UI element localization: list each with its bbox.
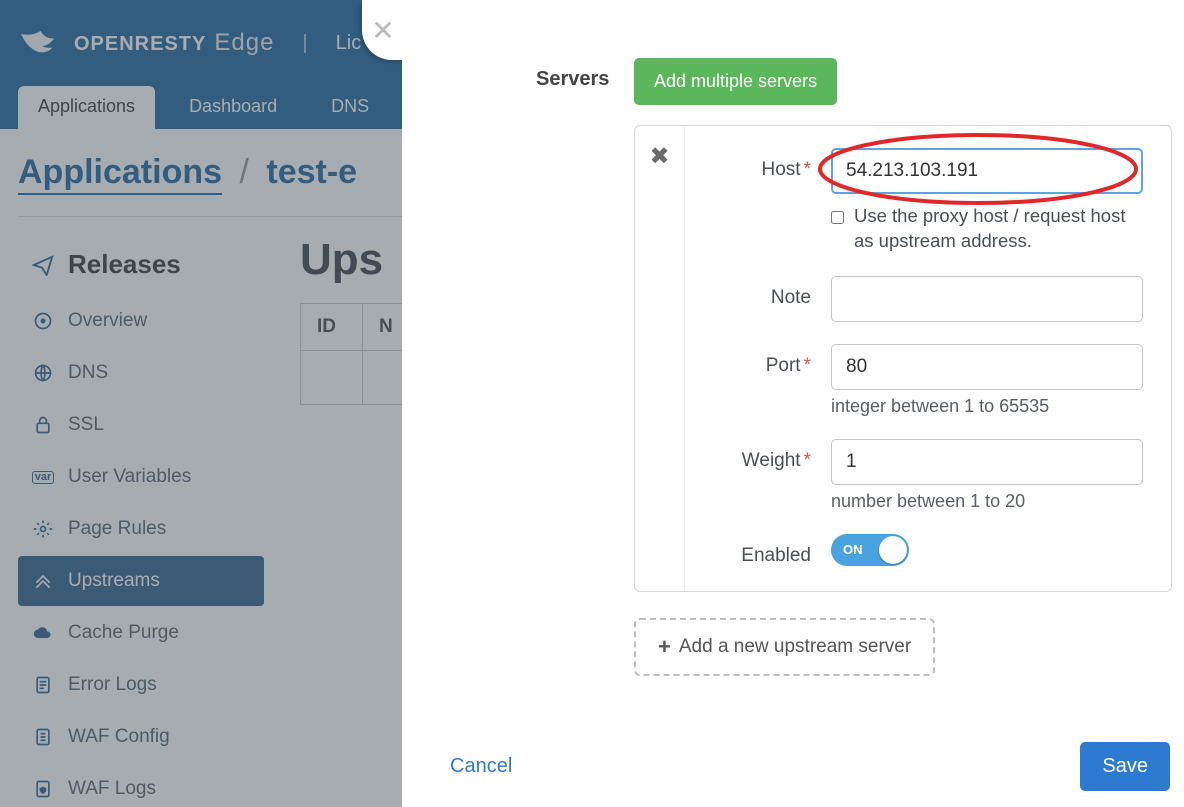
enabled-label: Enabled	[741, 545, 811, 566]
proxy-host-checkbox-label: Use the proxy host / request host as ups…	[854, 204, 1143, 254]
host-label: Host	[762, 159, 801, 180]
add-new-upstream-server-button[interactable]: + Add a new upstream server	[634, 618, 935, 676]
close-icon: ✕	[371, 14, 394, 47]
host-input[interactable]	[831, 148, 1143, 194]
enabled-toggle[interactable]: ON	[831, 534, 909, 566]
note-label: Note	[771, 287, 811, 308]
close-icon: ✖	[649, 142, 669, 171]
cancel-button[interactable]: Cancel	[450, 755, 512, 778]
remove-server-button[interactable]: ✖	[635, 126, 685, 591]
toggle-on-label: ON	[831, 542, 863, 557]
add-multiple-servers-button[interactable]: Add multiple servers	[634, 58, 837, 105]
plus-icon: +	[658, 634, 671, 660]
save-button[interactable]: Save	[1080, 742, 1170, 791]
servers-panel: Servers Add multiple servers ✖ Host*	[402, 0, 1184, 807]
server-card: ✖ Host* U	[634, 125, 1172, 592]
section-label-servers: Servers	[402, 40, 634, 91]
add-new-label: Add a new upstream server	[679, 636, 911, 658]
proxy-host-checkbox[interactable]	[831, 209, 844, 226]
port-label: Port	[766, 355, 801, 376]
weight-input[interactable]	[831, 439, 1143, 485]
weight-hint: number between 1 to 20	[831, 491, 1143, 512]
port-hint: integer between 1 to 65535	[831, 396, 1143, 417]
note-input[interactable]	[831, 276, 1143, 322]
weight-label: Weight	[742, 450, 801, 471]
port-input[interactable]	[831, 344, 1143, 390]
